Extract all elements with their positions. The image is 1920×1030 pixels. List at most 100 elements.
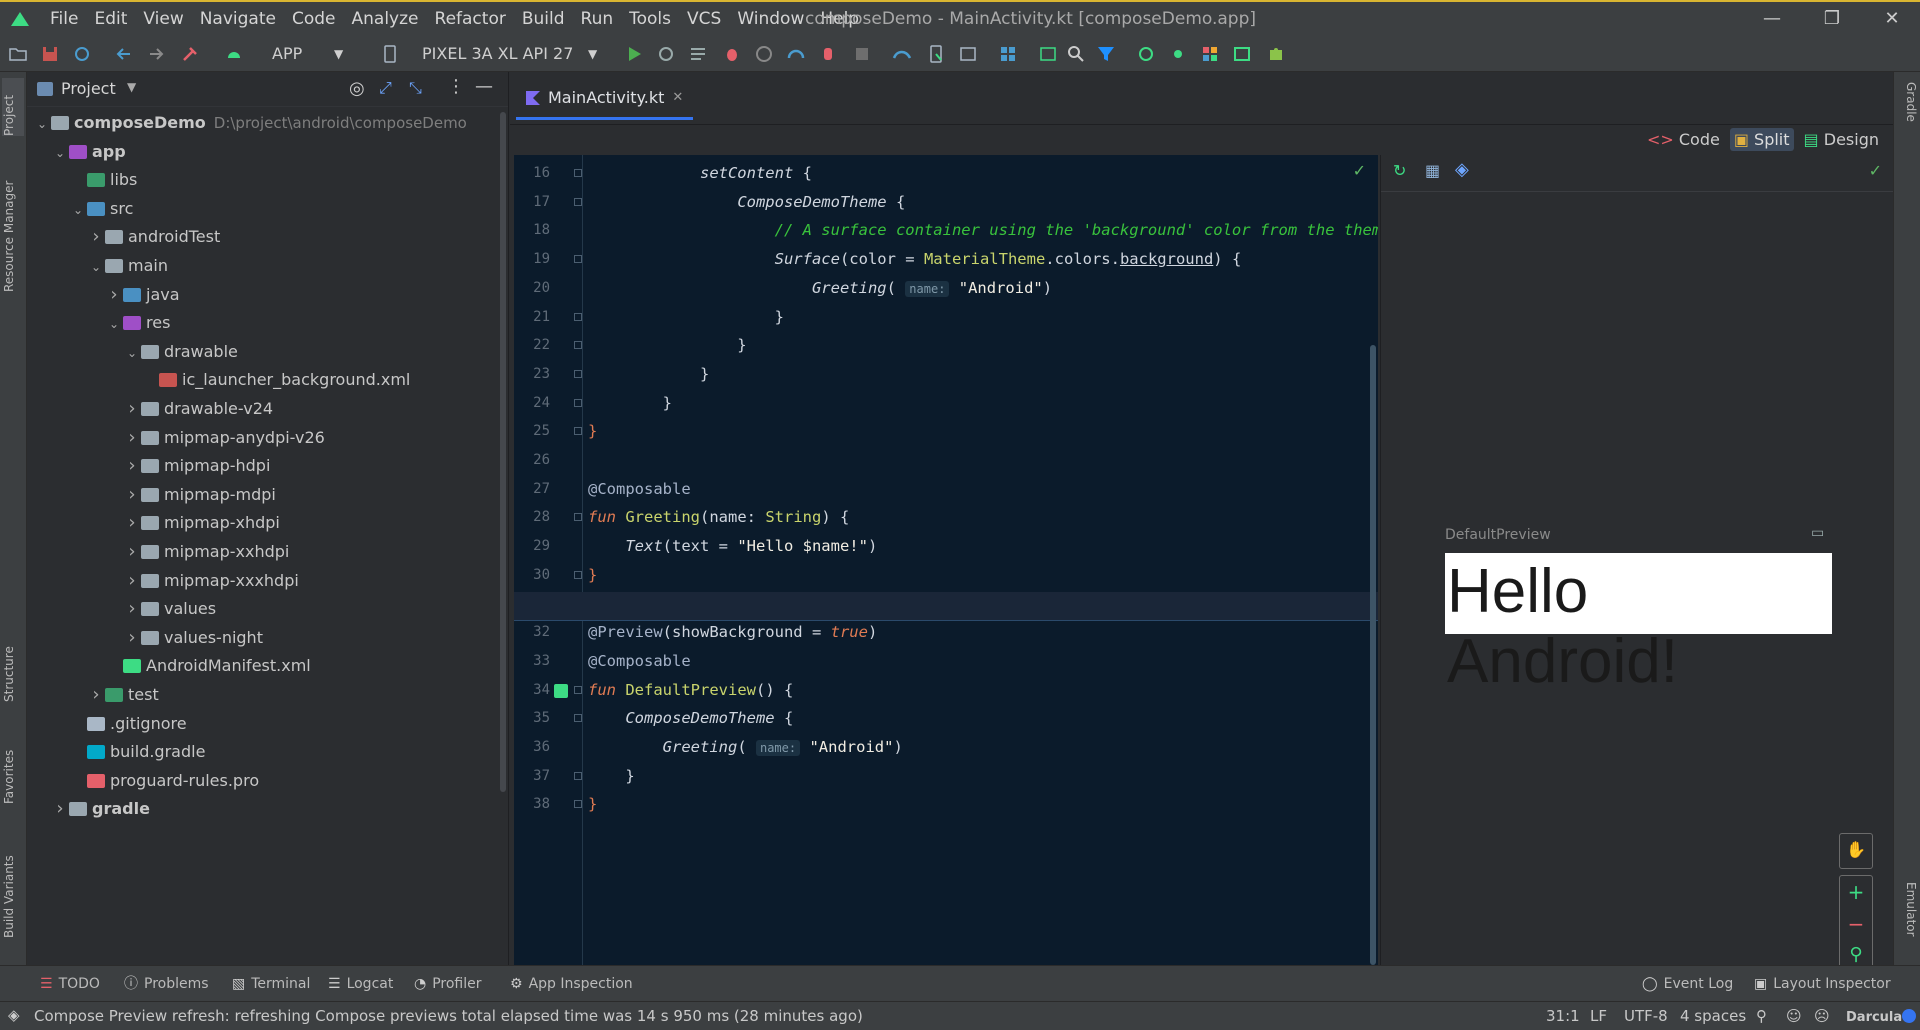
emulator-tool-tab[interactable]: Emulator	[1898, 882, 1918, 952]
app-inspection-tool-button[interactable]: ⚙ App Inspection	[510, 975, 633, 993]
menu-refactor[interactable]: Refactor	[427, 8, 514, 30]
editor-scrollbar[interactable]	[1370, 345, 1376, 965]
preview-render[interactable]: Hello Android!	[1445, 553, 1832, 696]
collapse-all-icon[interactable]: ⤡	[409, 78, 422, 98]
fold-marker-icon[interactable]	[574, 513, 582, 522]
fold-marker-icon[interactable]	[574, 427, 582, 436]
code-mode-button[interactable]: <> Code	[1643, 128, 1724, 151]
menu-tools[interactable]: Tools	[621, 8, 679, 30]
back-arrow-icon[interactable]	[114, 44, 134, 64]
status-message[interactable]: Compose Preview refresh: refreshing Comp…	[34, 1006, 863, 1026]
code-line[interactable]: Surface(color = MaterialTheme.colors.bac…	[588, 249, 1242, 269]
fold-marker-icon[interactable]	[574, 369, 582, 378]
event-log-tool-button[interactable]: ◯ Event Log	[1642, 975, 1733, 993]
open-folder-icon[interactable]	[8, 44, 28, 64]
caret-position[interactable]: 31:1	[1546, 1006, 1580, 1026]
fold-marker-icon[interactable]	[574, 570, 582, 579]
design-mode-button[interactable]: ▤ Design	[1800, 128, 1883, 151]
structure-tool-tab[interactable]: Structure	[2, 632, 24, 702]
plugin-icon[interactable]	[1136, 44, 1156, 64]
sync-icon[interactable]	[72, 44, 92, 64]
chevron-down-icon[interactable]: ⌄	[69, 193, 87, 227]
avd-manager-icon[interactable]	[926, 44, 946, 64]
gradle-tool-tab[interactable]: Gradle	[1898, 82, 1918, 142]
sync-gradle-icon[interactable]	[892, 44, 912, 64]
terminal-tool-button[interactable]: ▧ Terminal	[232, 975, 310, 993]
stop-icon[interactable]	[852, 44, 872, 64]
forward-arrow-icon[interactable]	[146, 44, 166, 64]
menu-analyze[interactable]: Analyze	[344, 8, 427, 30]
sdk-manager-icon[interactable]	[958, 44, 978, 64]
menu-view[interactable]: View	[135, 8, 191, 30]
project-view-selector[interactable]: Project	[61, 78, 116, 100]
attach-debugger-icon[interactable]	[818, 44, 838, 64]
run-preview-gutter-icon[interactable]	[554, 683, 568, 698]
restore-button[interactable]: ❐	[1812, 6, 1852, 32]
device-file-explorer-icon[interactable]	[1232, 44, 1252, 64]
face-sad-icon[interactable]: ☹	[1814, 1006, 1830, 1026]
hide-panel-icon[interactable]: —	[475, 76, 493, 97]
code-line[interactable]: @Preview(showBackground = true)	[588, 622, 877, 642]
fold-marker-icon[interactable]	[574, 255, 582, 264]
refresh-preview-icon[interactable]: ↻	[1393, 161, 1406, 180]
fold-marker-icon[interactable]	[574, 398, 582, 407]
problems-tool-button[interactable]: ⓘ Problems	[124, 975, 209, 993]
zoom-in-icon[interactable]: +	[1840, 880, 1872, 904]
menu-window[interactable]: Window	[729, 8, 812, 30]
code-line[interactable]: }	[588, 766, 634, 786]
apply-code-changes-icon[interactable]	[688, 44, 708, 64]
fold-marker-icon[interactable]	[574, 771, 582, 780]
project-structure-icon[interactable]	[998, 44, 1018, 64]
menu-navigate[interactable]: Navigate	[192, 8, 284, 30]
menu-file[interactable]: File	[42, 8, 86, 30]
close-window-button[interactable]: ✕	[1872, 6, 1912, 32]
code-line[interactable]: }	[588, 364, 709, 384]
code-line[interactable]: fun DefaultPreview() {	[588, 680, 793, 700]
expand-all-icon[interactable]: ⤢	[379, 78, 392, 98]
run-config-dropdown-icon[interactable]: ▼	[334, 44, 343, 64]
favorites-tool-tab[interactable]: Favorites	[2, 734, 24, 804]
layers-icon[interactable]: ◈	[1455, 159, 1469, 180]
fold-marker-icon[interactable]	[574, 169, 582, 177]
code-line[interactable]: // A surface container using the 'backgr…	[588, 220, 1378, 240]
menu-build[interactable]: Build	[514, 8, 573, 30]
build-hammer-icon[interactable]	[180, 44, 200, 64]
plugins-puzzle-icon[interactable]	[1266, 44, 1286, 64]
zoom-out-icon[interactable]: −	[1840, 912, 1872, 936]
filter-icon[interactable]	[1096, 44, 1116, 64]
project-scrollbar[interactable]	[500, 112, 506, 792]
notification-dot-icon[interactable]	[1902, 1009, 1916, 1023]
coverage-icon[interactable]	[754, 44, 774, 64]
project-view-dropdown-icon[interactable]: ▼	[127, 80, 136, 94]
fold-marker-icon[interactable]	[574, 312, 582, 321]
code-line[interactable]: }	[588, 393, 672, 413]
save-icon[interactable]	[40, 44, 60, 64]
lock-icon[interactable]: ⚲	[1756, 1006, 1767, 1026]
fold-marker-icon[interactable]	[574, 800, 582, 809]
layout-grid-icon[interactable]: ▦	[1425, 161, 1440, 180]
indent-setting[interactable]: 4 spaces	[1680, 1006, 1746, 1026]
fold-marker-icon[interactable]	[574, 685, 582, 694]
code-line[interactable]: ComposeDemoTheme {	[588, 708, 793, 728]
logcat-tool-button[interactable]: ☰ Logcat	[328, 975, 393, 993]
resource-manager-tool-tab[interactable]: Resource Manager	[2, 172, 24, 292]
menu-vcs[interactable]: VCS	[679, 8, 729, 30]
fold-marker-icon[interactable]	[574, 341, 582, 350]
code-line[interactable]: }	[588, 307, 784, 327]
tool-icon[interactable]	[1168, 44, 1188, 64]
pan-hand-icon[interactable]: ✋	[1839, 833, 1873, 869]
code-line[interactable]: Greeting( name: "Android")	[588, 737, 903, 758]
chevron-right-icon[interactable]: ›	[51, 792, 69, 826]
deploy-preview-icon[interactable]: ▭	[1811, 525, 1824, 541]
todo-tool-button[interactable]: ☰ TODO	[40, 975, 100, 993]
search-icon[interactable]	[1066, 44, 1086, 64]
layers-status-icon[interactable]: ◈	[8, 1006, 20, 1024]
code-line[interactable]: ComposeDemoTheme {	[588, 192, 905, 212]
code-editor[interactable]: 1617181920212223242526272829303132333435…	[514, 155, 1378, 965]
fold-marker-icon[interactable]	[574, 197, 582, 206]
debug-icon[interactable]	[722, 44, 742, 64]
options-kebab-icon[interactable]: ⋮	[447, 76, 465, 97]
face-happy-icon[interactable]: ☺	[1786, 1006, 1802, 1026]
tab-mainactivity[interactable]: MainActivity.kt ✕	[516, 78, 694, 120]
chevron-down-icon[interactable]: ⌄	[87, 250, 105, 284]
